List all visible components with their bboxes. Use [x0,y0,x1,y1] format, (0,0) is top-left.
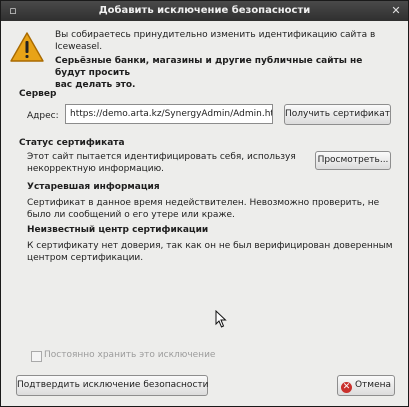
cancel-icon: ✕ [340,382,352,393]
warning-text-line1: Вы собираетесь принудительно изменить ид… [55,30,376,40]
confirm-exception-button[interactable]: Подтвердить исключение безопасности [16,375,208,396]
unknown-ca-line2: центром сертификации. [27,253,144,263]
address-label: Адрес: [27,111,59,121]
unknown-ca-heading: Неизвестный центр сертификации [27,225,209,235]
view-certificate-button[interactable]: Просмотреть... [315,151,391,170]
warning-icon [10,32,44,62]
status-intro-line2: некорректную информацию. [27,164,165,174]
window-title: Добавить исключение безопасности [98,5,311,16]
cancel-label: Отмена [354,380,392,390]
close-window-icon[interactable]: ✕ [390,5,402,17]
warning-bold-line1: Серьёзные банки, магазины и другие публи… [55,56,363,78]
title-bar[interactable]: ▫ Добавить исключение безопасности ✕ [1,1,408,21]
outdated-info-line2: было ли сообщений о его утере или краже. [27,210,235,220]
outdated-info-heading: Устаревшая информация [27,182,160,192]
mouse-cursor-icon [215,310,227,328]
security-exception-dialog: ▫ Добавить исключение безопасности ✕ Вы … [0,0,409,407]
permanent-exception-label: Постоянно хранить это исключение [44,350,216,360]
warning-text-line2: Iceweasel. [55,42,103,52]
window-menu-icon[interactable]: ▫ [7,5,19,17]
permanent-exception-checkbox[interactable] [31,351,42,362]
address-input[interactable]: https://demo.arta.kz/SynergyAdmin/Admin.… [65,104,273,124]
get-certificate-button[interactable]: Получить сертификат [284,104,391,125]
unknown-ca-line1: К сертификату нет доверия, так как он не… [27,241,393,251]
certificate-status-heading: Статус сертификата [19,138,125,148]
warning-bold-line2: вас делать это. [55,80,136,90]
server-heading: Сервер [19,89,57,99]
status-intro-line1: Этот сайт пытается идентифицировать себя… [27,152,296,162]
cancel-button[interactable]: ✕ Отмена [337,375,395,396]
warning-message: Вы собираетесь принудительно изменить ид… [55,29,395,91]
outdated-info-line1: Сертификат в данное время недействителен… [27,198,380,208]
